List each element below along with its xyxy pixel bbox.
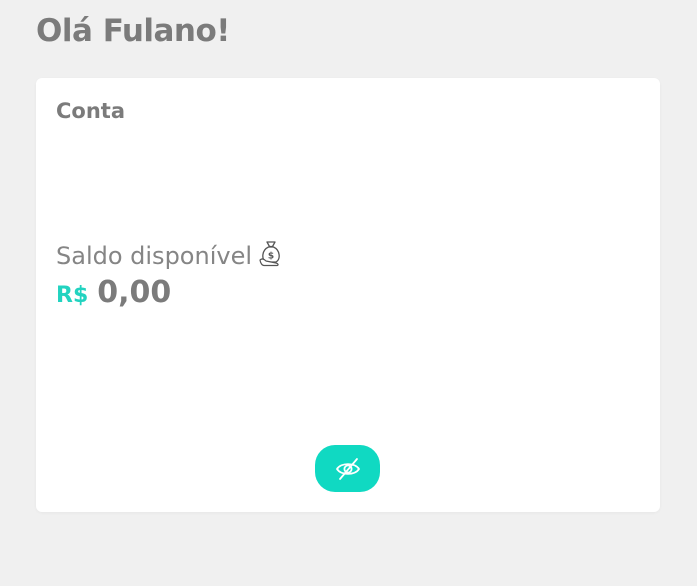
balance-value: R$ 0,00 — [56, 275, 171, 310]
card-title: Conta — [56, 99, 125, 123]
greeting-title: Olá Fulano! — [36, 13, 230, 49]
account-card: Conta Saldo disponível $ R$ 0,00 — [36, 78, 660, 512]
balance-amount: 0,00 — [97, 275, 172, 310]
currency-symbol: R$ — [56, 283, 89, 308]
balance-label-row: Saldo disponível $ — [56, 239, 284, 270]
svg-text:$: $ — [268, 252, 274, 262]
toggle-balance-visibility-button[interactable] — [315, 445, 380, 492]
balance-label: Saldo disponível — [56, 242, 252, 270]
money-bag-icon: $ — [258, 239, 284, 267]
eye-slash-icon — [334, 457, 362, 481]
